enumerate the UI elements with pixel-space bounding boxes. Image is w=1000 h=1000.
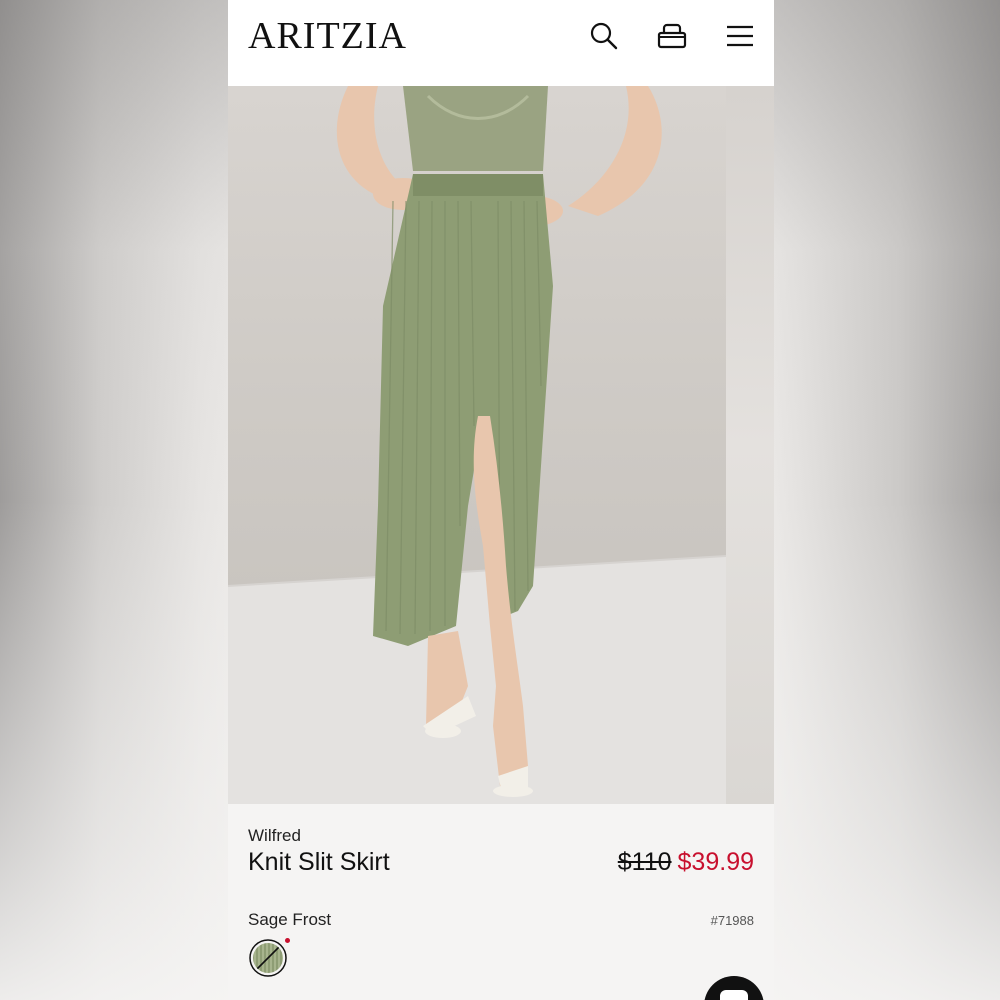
- product-image[interactable]: [228, 86, 726, 804]
- color-swatch-sage-frost[interactable]: [248, 938, 288, 978]
- product-info: Wilfred Knit Slit Skirt $110 $39.99 Sage …: [228, 804, 774, 1000]
- shopping-bag-icon[interactable]: [656, 20, 688, 52]
- selected-color-name: Sage Frost: [248, 910, 332, 929]
- next-product-image-peek[interactable]: [726, 86, 774, 804]
- mobile-viewport: ARITZIA Wilfred Knit Slit Skirt $110 $39…: [228, 0, 774, 1000]
- menu-icon[interactable]: [724, 20, 756, 52]
- price-block: $110 $39.99: [618, 848, 754, 877]
- low-stock-indicator: [285, 938, 290, 943]
- search-icon[interactable]: [588, 20, 620, 52]
- product-photo-illustration: [228, 86, 726, 804]
- aritzia-logo[interactable]: ARITZIA: [248, 14, 407, 58]
- sale-price: $39.99: [677, 848, 754, 876]
- product-sku: #71988: [710, 913, 754, 928]
- product-brand: Wilfred: [248, 826, 301, 845]
- original-price: $110: [617, 848, 672, 876]
- site-header: ARITZIA: [228, 0, 774, 86]
- product-name: Knit Slit Skirt: [248, 848, 390, 876]
